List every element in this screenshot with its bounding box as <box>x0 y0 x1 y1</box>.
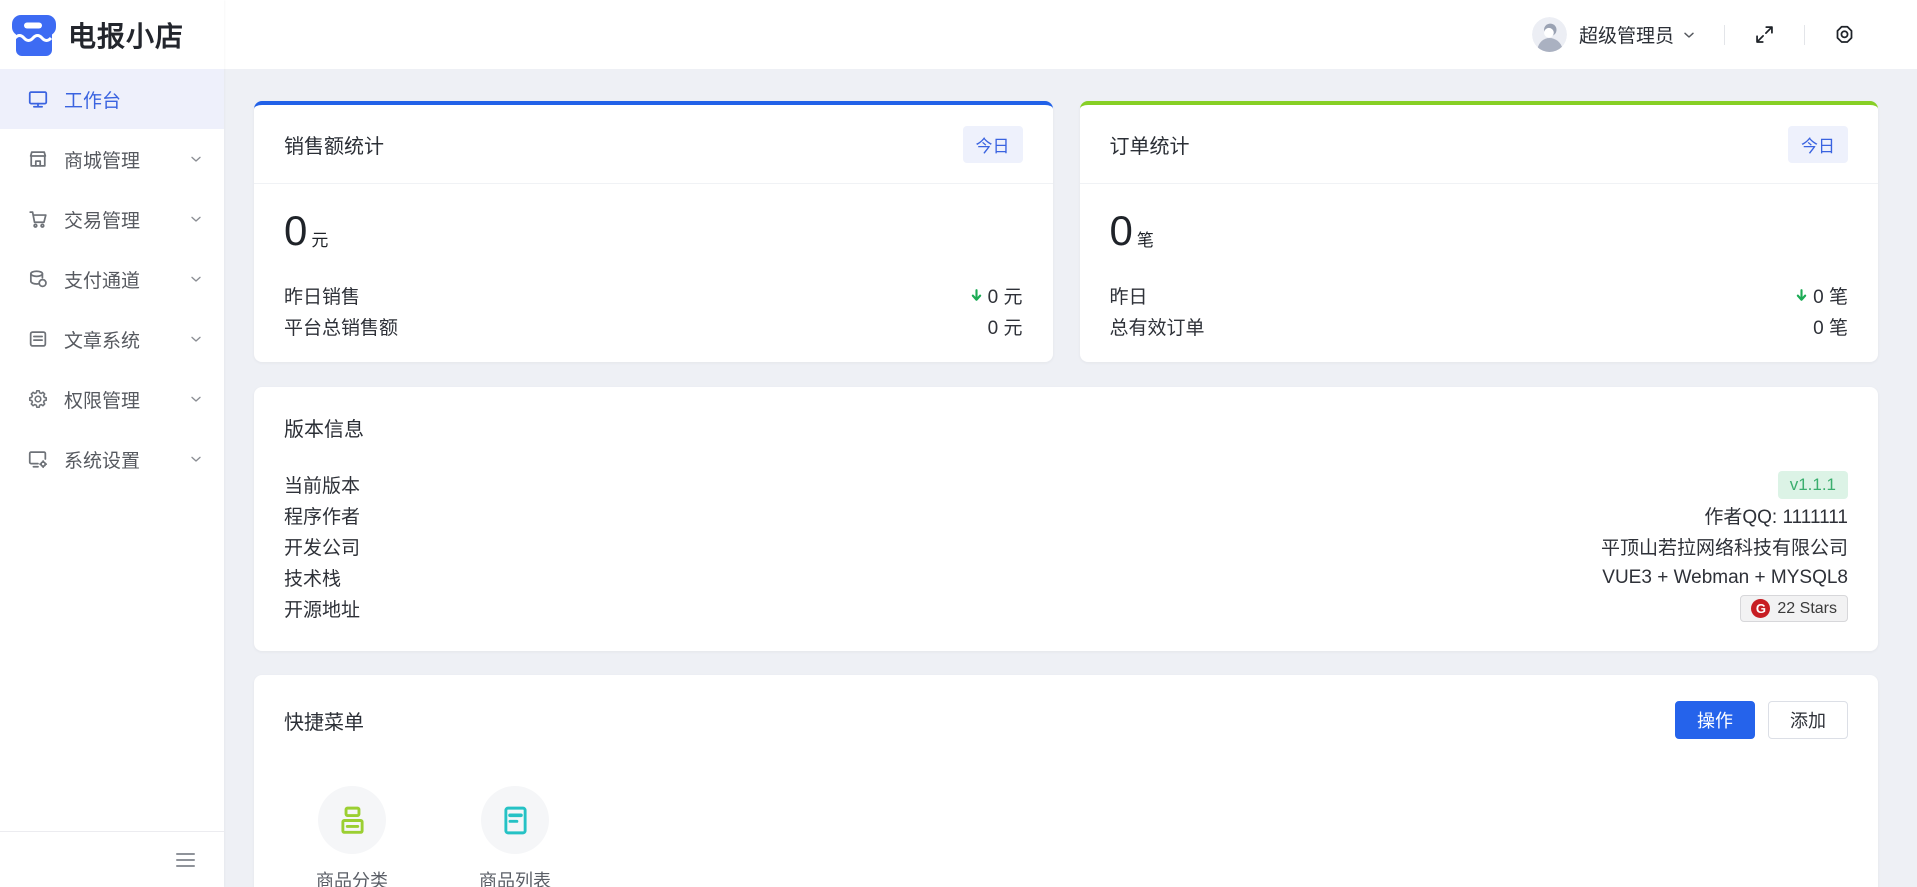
chevron-down-icon <box>188 451 204 467</box>
sidebar-item-payment[interactable]: 支付通道 <box>0 249 224 309</box>
stat-rows: 昨日销售 0 元 平台总销售额 0 元 <box>284 280 1023 342</box>
card-body: 0 笔 昨日 0 笔 总有效订单 <box>1080 184 1879 342</box>
version-row: 开发公司 平顶山若拉网络科技有限公司 <box>284 531 1848 562</box>
chevron-down-icon <box>188 271 204 287</box>
gitee-icon: G <box>1751 599 1770 618</box>
article-icon <box>27 328 49 350</box>
stat-row-value: 0 元 <box>988 313 1023 340</box>
stat-row-value: 0 笔 <box>1813 313 1848 340</box>
add-button[interactable]: 添加 <box>1768 701 1848 739</box>
stat-row-label: 昨日 <box>1110 282 1148 309</box>
settings-icon[interactable] <box>1832 22 1857 47</box>
header-divider <box>1724 25 1725 45</box>
trend-down-icon <box>1793 287 1810 304</box>
today-badge[interactable]: 今日 <box>1788 126 1848 163</box>
sidebar-item-mall[interactable]: 商城管理 <box>0 129 224 189</box>
username: 超级管理员 <box>1579 21 1674 48</box>
shortcuts-row: 商品分类 商品列表 <box>284 786 1848 887</box>
system-settings-icon <box>27 448 49 470</box>
version-info-card: 版本信息 当前版本 v1.1.1 程序作者 作者QQ: 1111111 开发公司… <box>254 387 1878 651</box>
list-icon <box>481 786 549 854</box>
card-title: 快捷菜单 <box>284 706 364 735</box>
sidebar-nav: 工作台 商城管理 交易管理 <box>0 69 224 489</box>
sidebar-item-label: 工作台 <box>64 86 121 113</box>
stars-count: 22 Stars <box>1777 600 1837 618</box>
orders-stats-card: 订单统计 今日 0 笔 昨日 0 笔 <box>1080 101 1879 362</box>
main-content: 销售额统计 今日 0 元 昨日销售 0 元 <box>224 69 1917 887</box>
chevron-down-icon <box>188 331 204 347</box>
stat-row: 昨日销售 0 元 <box>284 280 1023 311</box>
stat-rows: 昨日 0 笔 总有效订单 0 笔 <box>1110 280 1849 342</box>
sidebar-item-workbench[interactable]: 工作台 <box>0 69 224 129</box>
card-title: 销售额统计 <box>284 130 384 159</box>
fullscreen-icon[interactable] <box>1752 22 1777 47</box>
sidebar-footer <box>0 831 224 887</box>
monitor-icon <box>27 88 49 110</box>
shortcut-label: 商品列表 <box>479 867 551 887</box>
quick-menu-buttons: 操作 添加 <box>1675 701 1848 739</box>
version-row: 技术栈 VUE3 + Webman + MYSQL8 <box>284 562 1848 593</box>
quick-menu-header: 快捷菜单 操作 添加 <box>284 701 1848 739</box>
sidebar-item-label: 文章系统 <box>64 326 140 353</box>
shortcut-label: 商品分类 <box>316 867 388 887</box>
version-row: 开源地址 G 22 Stars <box>284 593 1848 624</box>
store-icon <box>27 148 49 170</box>
stat-row-value: 0 笔 <box>1793 282 1848 309</box>
shop-logo-icon <box>10 12 58 58</box>
value-unit: 笔 <box>1137 232 1154 249</box>
sidebar-item-label: 商城管理 <box>64 146 140 173</box>
chevron-down-icon <box>188 211 204 227</box>
stat-row: 昨日 0 笔 <box>1110 280 1849 311</box>
sidebar-item-trade[interactable]: 交易管理 <box>0 189 224 249</box>
chevron-down-icon <box>1681 27 1697 43</box>
header-divider <box>1804 25 1805 45</box>
quick-menu-card: 快捷菜单 操作 添加 商品分类 <box>254 675 1878 887</box>
sidebar-item-label: 权限管理 <box>64 386 140 413</box>
top-header: 超级管理员 <box>224 0 1917 69</box>
sales-stats-card: 销售额统计 今日 0 元 昨日销售 0 元 <box>254 101 1053 362</box>
stats-row: 销售额统计 今日 0 元 昨日销售 0 元 <box>254 101 1878 362</box>
shortcut-product-category[interactable]: 商品分类 <box>284 786 420 887</box>
stat-row: 平台总销售额 0 元 <box>284 311 1023 342</box>
category-icon <box>318 786 386 854</box>
shortcut-product-list[interactable]: 商品列表 <box>447 786 583 887</box>
sidebar-item-permissions[interactable]: 权限管理 <box>0 369 224 429</box>
card-header: 销售额统计 今日 <box>254 105 1053 184</box>
version-row: 当前版本 v1.1.1 <box>284 469 1848 500</box>
big-value: 0 笔 <box>1110 210 1849 252</box>
gear-icon <box>27 388 49 410</box>
value-unit: 元 <box>311 232 328 249</box>
cart-icon <box>27 208 49 230</box>
trend-down-icon <box>968 287 985 304</box>
stat-row-label: 昨日销售 <box>284 282 360 309</box>
user-menu[interactable]: 超级管理员 <box>1532 17 1697 52</box>
app-logo[interactable]: 电报小店 <box>0 0 224 69</box>
coins-icon <box>27 268 49 290</box>
sidebar-item-label: 交易管理 <box>64 206 140 233</box>
version-row: 程序作者 作者QQ: 1111111 <box>284 500 1848 531</box>
big-value: 0 元 <box>284 210 1023 252</box>
card-title: 版本信息 <box>284 413 1848 442</box>
card-body: 0 元 昨日销售 0 元 平台总销售额 <box>254 184 1053 342</box>
version-badge: v1.1.1 <box>1778 471 1848 499</box>
chevron-down-icon <box>188 391 204 407</box>
chevron-down-icon <box>188 151 204 167</box>
stat-row-label: 平台总销售额 <box>284 313 398 340</box>
today-badge[interactable]: 今日 <box>963 126 1023 163</box>
collapse-sidebar-icon[interactable] <box>172 849 199 871</box>
operate-button[interactable]: 操作 <box>1675 701 1755 739</box>
stat-row: 总有效订单 0 笔 <box>1110 311 1849 342</box>
stat-row-value: 0 元 <box>968 282 1023 309</box>
sidebar-item-system[interactable]: 系统设置 <box>0 429 224 489</box>
sidebar-item-articles[interactable]: 文章系统 <box>0 309 224 369</box>
sidebar-item-label: 支付通道 <box>64 266 140 293</box>
card-header: 订单统计 今日 <box>1080 105 1879 184</box>
sidebar: 电报小店 工作台 商城管理 <box>0 0 224 887</box>
sidebar-item-label: 系统设置 <box>64 446 140 473</box>
gitee-stars-badge[interactable]: G 22 Stars <box>1740 595 1848 622</box>
app-title: 电报小店 <box>68 15 184 55</box>
avatar <box>1532 17 1567 52</box>
card-title: 订单统计 <box>1110 130 1190 159</box>
stat-row-label: 总有效订单 <box>1110 313 1205 340</box>
